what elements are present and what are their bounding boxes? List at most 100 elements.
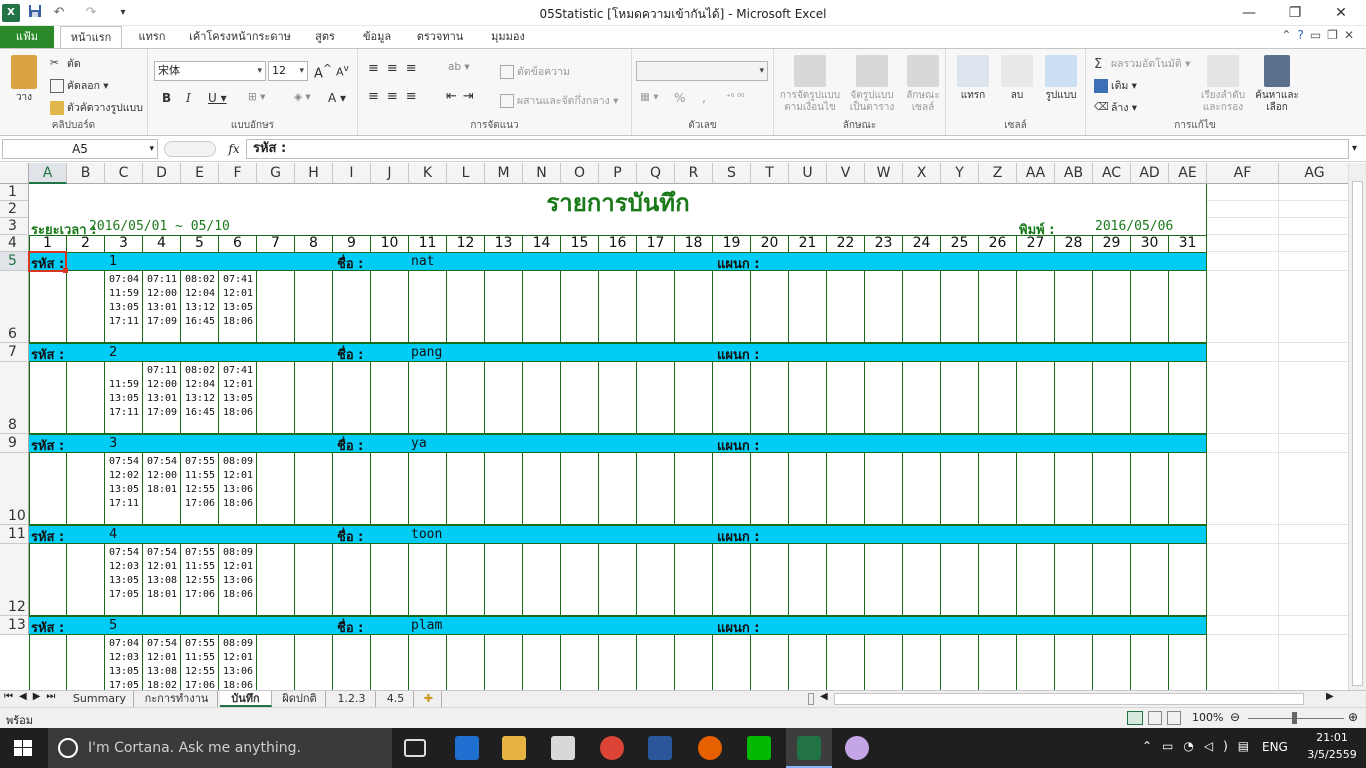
column-header-k[interactable]: K xyxy=(409,163,447,184)
paste-button[interactable]: วาง xyxy=(6,55,42,104)
time-entry[interactable]: 07:55 xyxy=(181,455,219,469)
time-entry[interactable]: 12:03 xyxy=(105,651,143,665)
employee-id-value[interactable]: 4 xyxy=(109,527,117,542)
time-entry[interactable]: 12:01 xyxy=(219,651,257,665)
hscroll-left-icon[interactable]: ◀ xyxy=(820,691,828,702)
time-entry[interactable]: 18:02 xyxy=(143,679,181,690)
time-entry[interactable]: 13:01 xyxy=(143,392,181,406)
time-entry[interactable]: 13:01 xyxy=(143,301,181,315)
time-entry[interactable]: 13:12 xyxy=(181,301,219,315)
time-entry[interactable]: 07:55 xyxy=(181,546,219,560)
row-header-7[interactable]: 7 xyxy=(0,343,29,362)
time-entry[interactable]: 07:54 xyxy=(105,455,143,469)
minimize-button[interactable]: — xyxy=(1226,0,1272,26)
underline-icon[interactable]: U ▾ xyxy=(208,91,227,105)
time-entry[interactable]: 11:59 xyxy=(105,287,143,301)
time-entry[interactable]: 13:05 xyxy=(105,574,143,588)
time-entry[interactable]: 12:55 xyxy=(181,665,219,679)
insert-function-icon[interactable]: fx xyxy=(224,139,244,159)
time-entry[interactable]: 13:12 xyxy=(181,392,219,406)
format-cells-button[interactable]: รูปแบบ xyxy=(1040,55,1082,102)
borders-icon[interactable]: ⊞ ▾ xyxy=(248,91,265,103)
indent-icons[interactable]: ⇤⇥ xyxy=(446,89,480,104)
row-header-4[interactable]: 4 xyxy=(0,235,29,252)
tab-review[interactable]: ตรวจทาน xyxy=(410,26,470,48)
font-name-select[interactable]: 宋体 xyxy=(154,61,266,81)
employee-name-value[interactable]: nat xyxy=(411,254,434,269)
excel-taskbar-item[interactable] xyxy=(786,728,832,768)
row-header-5[interactable]: 5 xyxy=(0,252,29,271)
employee-name-label[interactable]: ชื่อ : xyxy=(337,435,363,456)
column-header-n[interactable]: N xyxy=(523,163,561,184)
tab-home[interactable]: หน้าแรก xyxy=(60,26,122,49)
tab-page-layout[interactable]: เค้าโครงหน้ากระดาษ xyxy=(184,26,296,48)
help-icon[interactable]: ? xyxy=(1297,28,1309,42)
number-format-select[interactable] xyxy=(636,61,768,81)
restore-button[interactable]: ❐ xyxy=(1272,0,1318,26)
doc-minimize-icon[interactable]: ▭ xyxy=(1310,28,1327,42)
sheet-tab-abnormal[interactable]: ผิดปกติ xyxy=(274,691,326,707)
time-entry[interactable]: 12:04 xyxy=(181,287,219,301)
fill-color-icon[interactable]: ◈ ▾ xyxy=(294,91,311,103)
page-layout-view-icon[interactable] xyxy=(1148,711,1162,725)
fill-handle[interactable] xyxy=(63,268,68,273)
column-header-s[interactable]: S xyxy=(713,163,751,184)
time-entry[interactable]: 13:05 xyxy=(105,392,143,406)
employee-name-label[interactable]: ชื่อ : xyxy=(337,344,363,365)
time-entry[interactable]: 16:45 xyxy=(181,315,219,329)
column-header-c[interactable]: C xyxy=(105,163,143,184)
vertical-scroll-thumb[interactable] xyxy=(1352,181,1363,686)
time-entry[interactable]: 13:06 xyxy=(219,483,257,497)
column-header-l[interactable]: L xyxy=(447,163,485,184)
column-header-b[interactable]: B xyxy=(67,163,105,184)
row-header-3[interactable]: 3 xyxy=(0,218,29,235)
time-entry[interactable]: 07:11 xyxy=(143,273,181,287)
column-header-u[interactable]: U xyxy=(789,163,827,184)
time-entry[interactable]: 13:08 xyxy=(143,665,181,679)
new-sheet-icon[interactable]: ✚ xyxy=(416,691,442,707)
format-as-table-button[interactable]: จัดรูปแบบเป็นตาราง xyxy=(844,55,900,114)
font-size-select[interactable]: 12 xyxy=(268,61,308,81)
zoom-in-icon[interactable]: ⊕ xyxy=(1348,710,1358,724)
column-header-d[interactable]: D xyxy=(143,163,181,184)
time-entry[interactable]: 11:55 xyxy=(181,560,219,574)
column-header-y[interactable]: Y xyxy=(941,163,979,184)
currency-icon[interactable]: ▦ ▾ xyxy=(640,91,659,103)
conditional-formatting-button[interactable]: การจัดรูปแบบตามเงื่อนไข xyxy=(778,55,842,114)
employee-name-value[interactable]: plam xyxy=(411,618,442,633)
time-entry[interactable]: 07:54 xyxy=(143,637,181,651)
chrome-icon[interactable] xyxy=(600,736,624,760)
doc-restore-icon[interactable]: ❐ xyxy=(1327,28,1344,42)
time-entry[interactable]: 13:05 xyxy=(219,392,257,406)
employee-id-value[interactable]: 2 xyxy=(109,345,117,360)
employee-id-label[interactable]: รหัส : xyxy=(31,526,64,547)
column-header-ab[interactable]: AB xyxy=(1055,163,1093,184)
line-icon[interactable] xyxy=(747,736,771,760)
time-entry[interactable]: 17:06 xyxy=(181,497,219,511)
employee-name-label[interactable]: ชื่อ : xyxy=(337,526,363,547)
task-view-icon[interactable] xyxy=(404,739,426,757)
formula-input[interactable]: รหัส : xyxy=(246,139,1349,159)
find-select-button[interactable]: ค้นหาและเลือก xyxy=(1252,55,1302,114)
merge-center-button[interactable]: ผสานและจัดกึ่งกลาง ▾ xyxy=(500,92,618,109)
edge-icon[interactable] xyxy=(455,736,479,760)
zoom-level[interactable]: 100% xyxy=(1192,711,1223,724)
time-entry[interactable]: 17:11 xyxy=(105,497,143,511)
time-entry[interactable]: 12:01 xyxy=(143,651,181,665)
employee-name-value[interactable]: ya xyxy=(411,436,427,451)
time-entry[interactable]: 17:05 xyxy=(105,679,143,690)
system-tray-icons[interactable]: ⌃▭◔◁)▤ xyxy=(1142,739,1259,753)
decimal-icons[interactable]: ⁺⁰ ⁰⁰ xyxy=(726,93,744,103)
format-painter-button[interactable]: ตัวคัดวางรูปแบบ xyxy=(50,99,143,116)
column-header-z[interactable]: Z xyxy=(979,163,1017,184)
time-entry[interactable]: 12:01 xyxy=(219,560,257,574)
tab-view[interactable]: มุมมอง xyxy=(480,26,536,48)
time-entry[interactable]: 17:05 xyxy=(105,588,143,602)
time-entry[interactable]: 12:02 xyxy=(105,469,143,483)
column-header-f[interactable]: F xyxy=(219,163,257,184)
time-entry[interactable]: 08:02 xyxy=(181,364,219,378)
employee-name-value[interactable]: toon xyxy=(411,527,442,542)
sheet-tab-123[interactable]: 1.2.3 xyxy=(328,691,376,707)
fill-button[interactable]: เติม ▾ xyxy=(1094,77,1137,94)
employee-id-value[interactable]: 3 xyxy=(109,436,117,451)
